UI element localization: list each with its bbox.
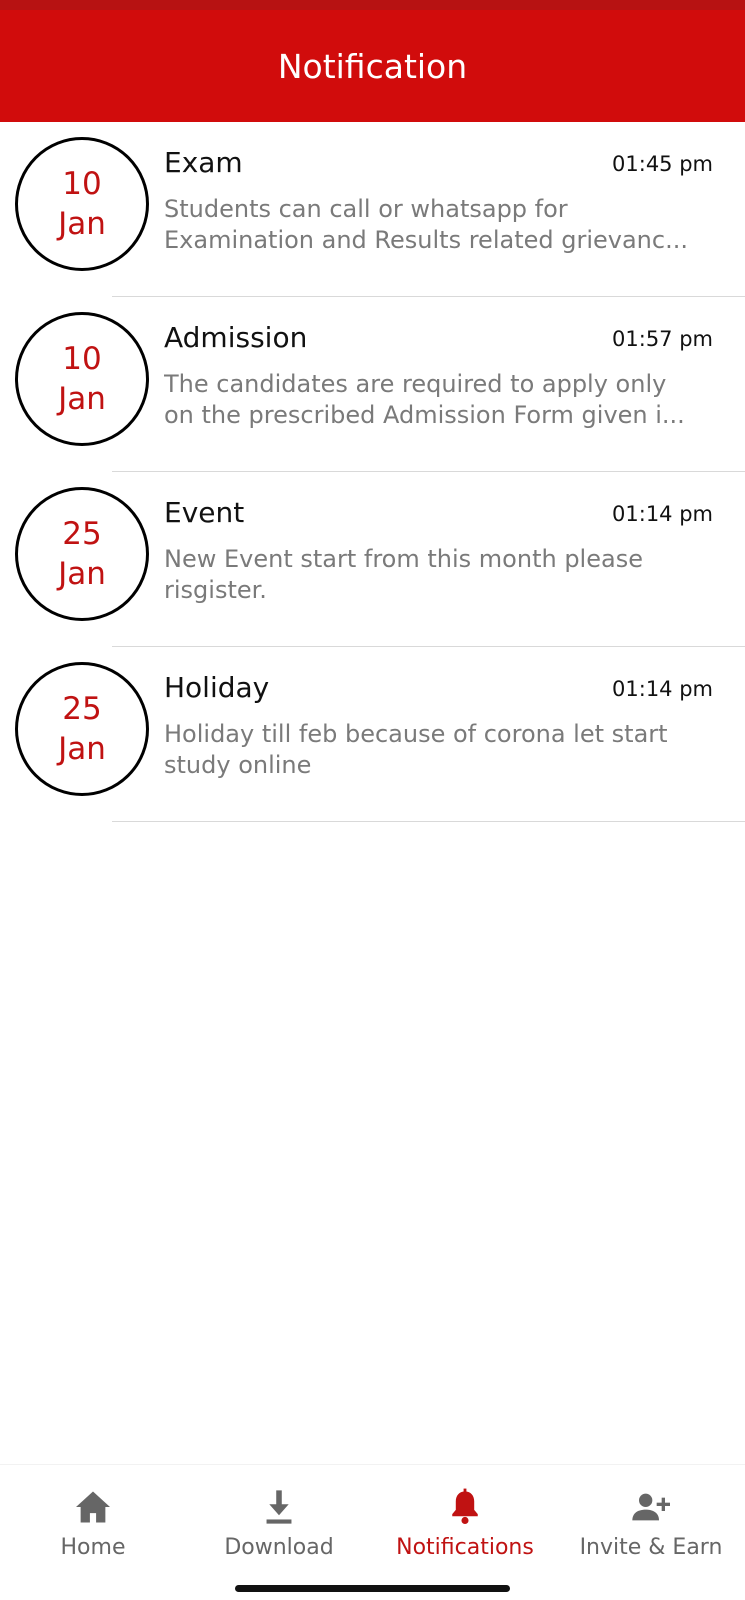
page-title: Notification — [277, 46, 468, 86]
date-badge: 10 Jan — [15, 312, 149, 446]
notification-item[interactable]: 25 Jan Event 01:14 pm New Event start fr… — [0, 472, 745, 647]
notification-time: 01:45 pm — [612, 152, 713, 176]
description-line: Students can call or whatsapp for — [164, 195, 568, 223]
date-day: 25 — [62, 691, 102, 727]
description-line: risgister. — [164, 576, 267, 604]
notification-description: Students can call or whatsapp for Examin… — [164, 194, 719, 256]
notification-time: 01:14 pm — [612, 677, 713, 701]
date-day: 10 — [62, 166, 102, 202]
notification-list: 10 Jan Exam 01:45 pm Students can call o… — [0, 122, 745, 822]
description-line: study online — [164, 751, 312, 779]
status-bar — [0, 0, 745, 10]
notification-title: Event — [164, 496, 245, 529]
notification-item[interactable]: 10 Jan Admission 01:57 pm The candidates… — [0, 297, 745, 472]
nav-invite-earn-label: Invite & Earn — [579, 1535, 723, 1560]
description-line: The candidates are required to apply onl… — [164, 370, 667, 398]
date-badge: 10 Jan — [15, 137, 149, 271]
download-icon — [259, 1487, 299, 1527]
notification-description: New Event start from this month please r… — [164, 544, 719, 606]
nav-notifications[interactable]: Notifications — [372, 1465, 558, 1575]
date-day: 25 — [62, 516, 102, 552]
bell-icon — [445, 1487, 485, 1527]
description-line: Examination and Results related grievanc… — [164, 226, 688, 254]
nav-notifications-label: Notifications — [396, 1535, 534, 1560]
bottom-navigation: Home Download Notifications Invite & Ear… — [0, 1464, 745, 1600]
notification-description: Holiday till feb because of corona let s… — [164, 719, 719, 781]
notification-title: Admission — [164, 321, 308, 354]
notification-description: The candidates are required to apply onl… — [164, 369, 719, 431]
notification-title: Exam — [164, 146, 243, 179]
date-month: Jan — [58, 556, 106, 592]
app-bar: Notification — [0, 10, 745, 122]
date-day: 10 — [62, 341, 102, 377]
date-month: Jan — [58, 731, 106, 767]
notification-item[interactable]: 10 Jan Exam 01:45 pm Students can call o… — [0, 122, 745, 297]
notification-title: Holiday — [164, 671, 270, 704]
date-month: Jan — [58, 381, 106, 417]
divider — [112, 821, 745, 822]
description-line: on the prescribed Admission Form given i… — [164, 401, 685, 429]
notification-time: 01:14 pm — [612, 502, 713, 526]
date-badge: 25 Jan — [15, 662, 149, 796]
nav-home-label: Home — [60, 1535, 126, 1560]
notification-time: 01:57 pm — [612, 327, 713, 351]
notification-item[interactable]: 25 Jan Holiday 01:14 pm Holiday till feb… — [0, 647, 745, 822]
add-person-icon — [631, 1487, 671, 1527]
date-badge: 25 Jan — [15, 487, 149, 621]
description-line: New Event start from this month please — [164, 545, 643, 573]
home-icon — [73, 1487, 113, 1527]
nav-home[interactable]: Home — [0, 1465, 186, 1575]
nav-download-label: Download — [224, 1535, 334, 1560]
nav-invite-earn[interactable]: Invite & Earn — [558, 1465, 744, 1575]
nav-download[interactable]: Download — [186, 1465, 372, 1575]
date-month: Jan — [58, 206, 106, 242]
description-line: Holiday till feb because of corona let s… — [164, 720, 668, 748]
gesture-home-bar[interactable] — [235, 1585, 510, 1592]
